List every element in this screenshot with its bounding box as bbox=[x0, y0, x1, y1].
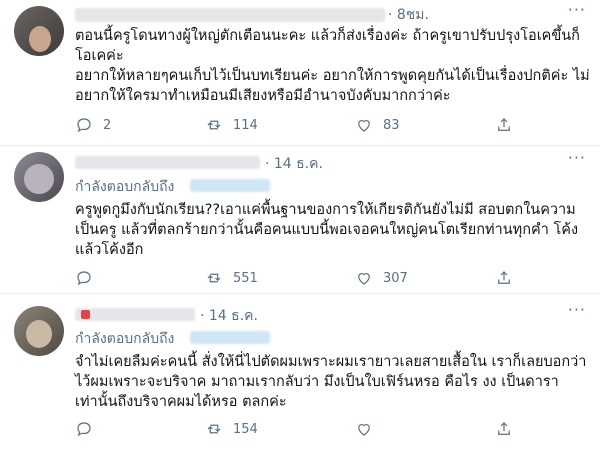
more-options-icon[interactable]: ··· bbox=[568, 148, 586, 167]
avatar[interactable] bbox=[14, 152, 64, 202]
reply-icon bbox=[77, 422, 91, 437]
like-count: 83 bbox=[383, 117, 400, 133]
avatar[interactable] bbox=[14, 306, 64, 356]
username-redacted[interactable] bbox=[75, 156, 260, 169]
reply-icon bbox=[77, 118, 91, 133]
tweet-time[interactable]: · 8ชม. bbox=[388, 4, 429, 23]
share-button[interactable] bbox=[495, 420, 513, 438]
reply-button[interactable]: 2 bbox=[75, 116, 111, 134]
tweet-2: · 14 ธ.ค. ··· กำลังตอบกลับถึง ครูพูดกูมึ… bbox=[0, 146, 600, 293]
reply-button[interactable] bbox=[75, 269, 103, 287]
retweet-button[interactable]: 551 bbox=[205, 269, 258, 287]
tweet-actions: 2 114 83 bbox=[75, 116, 575, 136]
tweet-time[interactable]: · 14 ธ.ค. bbox=[265, 153, 323, 172]
share-button[interactable] bbox=[495, 269, 513, 287]
share-button[interactable] bbox=[495, 116, 513, 134]
tweet-1: · 8ชม. ··· ตอนนี้ครูโดนทางผู้ใหญ่ตักเตือ… bbox=[0, 0, 600, 145]
like-count: 307 bbox=[383, 270, 408, 286]
reply-icon bbox=[77, 271, 91, 286]
like-icon bbox=[358, 120, 370, 132]
retweet-button[interactable]: 154 bbox=[205, 420, 258, 438]
share-icon bbox=[498, 422, 510, 435]
username-redacted[interactable] bbox=[75, 308, 195, 321]
reply-button[interactable] bbox=[75, 420, 103, 438]
retweet-icon bbox=[207, 424, 221, 434]
avatar[interactable] bbox=[14, 6, 64, 56]
tweet-3: · 14 ธ.ค. ··· กำลังตอบกลับถึง จำไม่เคยลื… bbox=[0, 294, 600, 456]
reply-to-handle-redacted[interactable] bbox=[190, 331, 270, 344]
retweet-count: 114 bbox=[233, 117, 258, 133]
tweet-actions: 551 307 bbox=[75, 269, 575, 289]
reply-to-text: กำลังตอบกลับถึง bbox=[75, 331, 175, 347]
reply-to-text: กำลังตอบกลับถึง bbox=[75, 179, 175, 195]
retweet-icon bbox=[207, 120, 221, 130]
like-icon bbox=[358, 424, 370, 436]
reply-count: 2 bbox=[103, 117, 112, 133]
like-button[interactable] bbox=[355, 420, 383, 438]
name-emoji-icon bbox=[81, 310, 90, 319]
retweet-icon bbox=[207, 273, 221, 283]
share-icon bbox=[498, 271, 510, 284]
retweet-count: 154 bbox=[233, 421, 258, 437]
retweet-count: 551 bbox=[233, 270, 258, 286]
reply-to-handle-redacted[interactable] bbox=[190, 179, 270, 192]
like-button[interactable]: 307 bbox=[355, 269, 408, 287]
reply-to-label: กำลังตอบกลับถึง bbox=[75, 328, 174, 350]
tweet-time[interactable]: · 14 ธ.ค. bbox=[200, 305, 258, 324]
more-options-icon[interactable]: ··· bbox=[568, 0, 586, 19]
retweet-button[interactable]: 114 bbox=[205, 116, 258, 134]
more-options-icon[interactable]: ··· bbox=[568, 300, 586, 319]
like-icon bbox=[358, 273, 370, 285]
username-redacted[interactable] bbox=[75, 8, 385, 22]
share-icon bbox=[498, 118, 510, 131]
tweet-actions: 154 bbox=[75, 420, 575, 440]
tweet-text: ตอนนี้ครูโดนทางผู้ใหญ่ตักเตือนนะคะ แล้วก… bbox=[75, 28, 590, 104]
tweet-text: ครูพูดกูมึงกับนักเรียน??เอาแค่พื้นฐานของ… bbox=[75, 202, 579, 258]
tweet-text: จำไม่เคยลืมค่ะคนนี้ สั่งให้นี่ไปตัดผมเพร… bbox=[75, 354, 587, 410]
like-button[interactable]: 83 bbox=[355, 116, 400, 134]
reply-to-label: กำลังตอบกลับถึง bbox=[75, 176, 174, 198]
